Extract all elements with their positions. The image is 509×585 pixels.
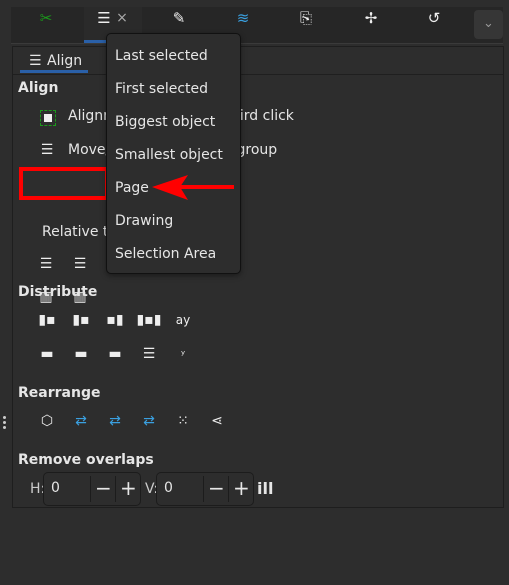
- menu-item-first-selected[interactable]: First selected: [115, 81, 208, 97]
- h-gap-spinbox[interactable]: 0 − +: [43, 472, 141, 506]
- align-right-edge-icon[interactable]: ☰: [39, 256, 53, 272]
- exchange-clockwise-icon[interactable]: ⇄: [142, 413, 156, 429]
- v-gap-decrement[interactable]: −: [203, 476, 225, 502]
- v-gap-spinbox[interactable]: 0 − +: [156, 472, 254, 506]
- h-gap-decrement[interactable]: −: [90, 476, 112, 502]
- annotation-highlight-box: [19, 167, 109, 200]
- distribute-gaps-h-icon[interactable]: ▮▪▮: [137, 312, 162, 328]
- align-distribute-panel: ☰Align r Align Alignment handles on thir…: [12, 46, 504, 508]
- menu-item-page[interactable]: Page: [115, 180, 149, 196]
- distribute-baseline-h-icon[interactable]: ay: [176, 313, 190, 327]
- align-left-edge-icon[interactable]: ☰: [73, 256, 87, 272]
- menu-item-biggest-object[interactable]: Biggest object: [115, 114, 215, 130]
- subtab-align-label: Align: [47, 53, 83, 69]
- align-heading: Align: [18, 80, 59, 96]
- distribute-top-icon[interactable]: ▬: [40, 346, 54, 362]
- align-distribute-icon[interactable]: ☰: [94, 8, 114, 28]
- menu-item-drawing[interactable]: Drawing: [115, 213, 173, 229]
- distribute-baseline-v-icon[interactable]: ʸ: [176, 347, 190, 361]
- annotation-arrow-icon: [152, 175, 234, 200]
- distribute-center-v-icon[interactable]: ▬: [74, 346, 88, 362]
- remove-overlaps-heading: Remove overlaps: [18, 452, 154, 468]
- v-gap-increment[interactable]: +: [228, 476, 250, 502]
- xml-editor-icon[interactable]: ✎: [169, 8, 189, 28]
- distribute-right-icon[interactable]: ▪▮: [106, 312, 123, 328]
- fill-stroke-icon[interactable]: ✂: [36, 8, 56, 28]
- more-tabs-chevron-icon[interactable]: ⌄: [474, 10, 503, 39]
- undo-history-icon[interactable]: ↺: [424, 8, 444, 28]
- remove-overlaps-button[interactable]: ill: [257, 479, 273, 498]
- randomize-positions-icon[interactable]: ⁙: [176, 413, 190, 429]
- remove-overlaps-graph-icon[interactable]: ⋖: [210, 413, 224, 429]
- h-gap-input[interactable]: 0: [51, 480, 60, 496]
- path-effects-icon[interactable]: ✢: [361, 8, 381, 28]
- panel-resize-handle[interactable]: [3, 416, 6, 431]
- relative-to-dropdown-menu: Last selected First selected Biggest obj…: [106, 33, 241, 274]
- menu-item-smallest-object[interactable]: Smallest object: [115, 147, 223, 163]
- move-as-group-icon[interactable]: ☰: [40, 142, 54, 158]
- exchange-selection-order-icon[interactable]: ⇄: [74, 413, 88, 429]
- menu-item-last-selected[interactable]: Last selected: [115, 48, 208, 64]
- subtab-align[interactable]: ☰ Align: [20, 49, 88, 73]
- distribute-gaps-v-icon[interactable]: ☰: [142, 346, 156, 362]
- menu-item-selection-area[interactable]: Selection Area: [115, 246, 216, 262]
- layers-icon[interactable]: ≋: [233, 8, 253, 28]
- close-tab-icon[interactable]: ×: [112, 8, 132, 28]
- distribute-bottom-icon[interactable]: ▬: [108, 346, 122, 362]
- distribute-heading: Distribute: [18, 284, 98, 300]
- rearrange-heading: Rearrange: [18, 385, 101, 401]
- alignment-handles-icon[interactable]: [40, 110, 56, 126]
- v-gap-input[interactable]: 0: [164, 480, 173, 496]
- export-icon[interactable]: ⎘: [296, 8, 316, 28]
- exchange-z-order-icon[interactable]: ⇄: [108, 413, 122, 429]
- h-gap-increment[interactable]: +: [115, 476, 137, 502]
- unclump-icon[interactable]: ⬡: [40, 413, 54, 429]
- distribute-left-icon[interactable]: ▮▪: [38, 312, 55, 328]
- distribute-center-h-icon[interactable]: ▮▪: [72, 312, 89, 328]
